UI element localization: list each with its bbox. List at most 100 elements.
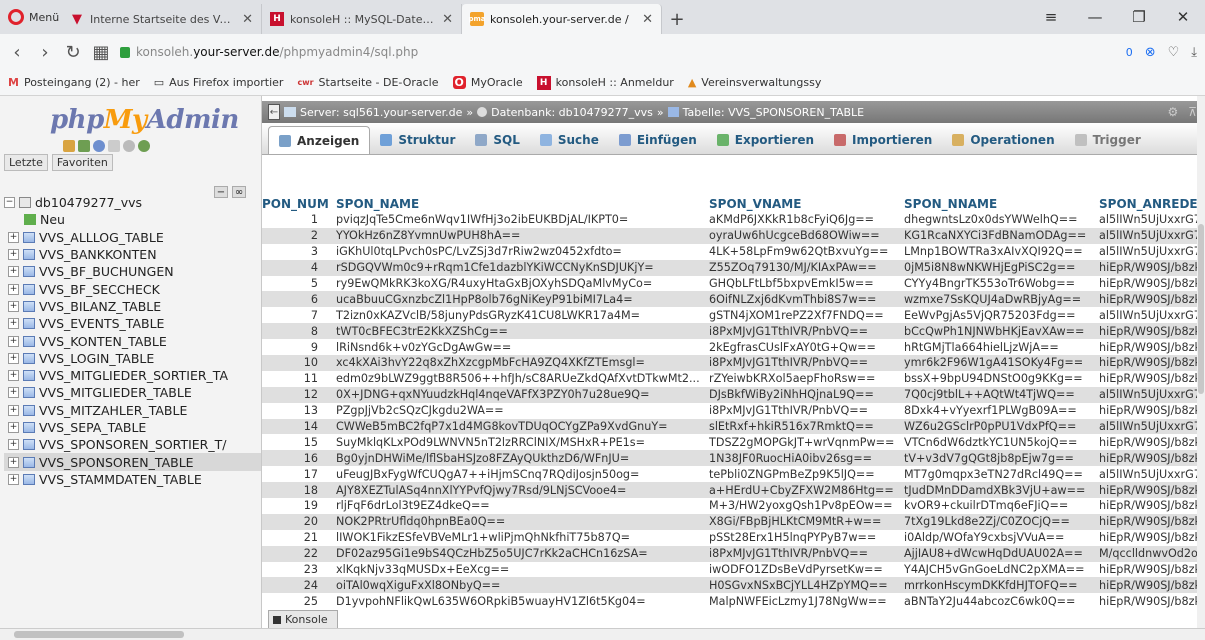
console-toggle[interactable]: Konsole	[268, 610, 338, 628]
table-row[interactable]: 13 PZgpJjVb2cSQzCJkgdu2WA== i8PxMJvJG1TthI…	[262, 402, 1205, 419]
table-row[interactable]: 20 NOK2PRtrUfldq0hpnBEa0Q== X8Gi/FBpBjHLKt…	[262, 513, 1205, 530]
browser-tab[interactable]: H konsoleH :: MySQL-Datenb ✕	[262, 4, 462, 34]
bookmark-item[interactable]: cwr Startseite - DE-Oracle	[297, 76, 438, 89]
tree-table-item[interactable]: + VVS_SPONSOREN_SORTIER_T/	[4, 436, 261, 453]
expand-table-icon[interactable]: +	[8, 283, 19, 295]
table-row[interactable]: 24 oiTAl0wqXiguFxXl8ONbyQ== H0SGvxNSxBCjYL…	[262, 577, 1205, 594]
tab-anzeigen[interactable]: Anzeigen	[268, 126, 371, 154]
tab-einfügen[interactable]: Einfügen	[609, 126, 707, 154]
table-row[interactable]: 21 lIWOK1FikzESfeVBVeMLr1+wliPjmQhNkfhiT7…	[262, 529, 1205, 546]
expand-table-icon[interactable]: +	[8, 404, 19, 416]
tree-table-item[interactable]: + VVS_SPONSOREN_TABLE	[4, 453, 261, 471]
tree-table-item[interactable]: + VVS_BILANZ_TABLE	[4, 298, 261, 315]
table-row[interactable]: 14 CWWeB5mBC2fqP7x1d4MG8kovTDUqOCYgZPa9Xv…	[262, 418, 1205, 435]
favorite-tables-tab[interactable]: Favoriten	[51, 154, 113, 171]
adblock-count[interactable]: 0	[1126, 46, 1133, 59]
table-row[interactable]: 17 uFeugJBxFygWfCUQgA7++iHjmSCnq7RQdiJosj…	[262, 466, 1205, 483]
horizontal-scrollbar[interactable]	[0, 628, 1205, 640]
table-row[interactable]: 5 ry9EwQMkRK3koXG/R4uxyHtaGxBjOXyhSDQaMlv…	[262, 275, 1205, 292]
close-window-icon[interactable]: ✕	[1161, 0, 1205, 34]
tree-table-item[interactable]: + VVS_BF_SECCHECK	[4, 280, 261, 297]
tree-table-item[interactable]: + VVS_ALLLOG_TABLE	[4, 229, 261, 246]
column-header[interactable]: PON_NUM	[262, 195, 328, 212]
expand-table-icon[interactable]: +	[8, 422, 19, 433]
close-tab-icon[interactable]: ✕	[242, 12, 253, 27]
table-row[interactable]: 7 T2izn0xKAZVclB/58junyPdsGRyzK41CU8LWKR1…	[262, 307, 1205, 324]
browser-menu-button[interactable]: Menü	[0, 0, 62, 34]
expand-table-icon[interactable]: +	[8, 300, 19, 312]
expand-table-icon[interactable]: +	[8, 352, 19, 364]
tree-table-item[interactable]: + VVS_STAMMDATEN_TABLE	[4, 471, 261, 488]
tree-table-item[interactable]: + VVS_BANKKONTEN	[4, 246, 261, 263]
tab-operationen[interactable]: Operationen	[942, 126, 1064, 154]
url-field[interactable]: konsoleh. your-server.de/phpmyadmin4/sql.…	[120, 39, 1116, 65]
table-row[interactable]: 9 lRiNsnd6k+v0zYGcDgAwGw== 2kEgfrasCUslFxA…	[262, 339, 1205, 356]
minimize-icon[interactable]: —	[1073, 0, 1117, 34]
expand-table-icon[interactable]: +	[8, 249, 19, 261]
back-icon[interactable]: ‹	[8, 42, 26, 63]
tree-table-item[interactable]: + VVS_MITGLIEDER_TABLE	[4, 384, 261, 401]
bookmark-item[interactable]: O MyOracle	[452, 76, 523, 89]
browser-tab[interactable]: ▼ Interne Startseite des Vere ✕	[62, 4, 262, 34]
bookmark-item[interactable]: ▲ Vereinsverwaltungssy	[688, 76, 822, 89]
table-row[interactable]: 18 AJY8XEZTulASq4nnXlYYPvfQjwy7Rsd/9LNjSC…	[262, 482, 1205, 499]
table-row[interactable]: 3 iGKhUl0tqLPvch0sPC/LvZSj3d7rRiw2wz0452x…	[262, 243, 1205, 260]
download-icon[interactable]: ⤓	[1191, 45, 1197, 60]
reload-icon[interactable]: ↻	[64, 42, 82, 63]
vertical-scrollbar[interactable]	[1197, 96, 1205, 628]
horizontal-scroll-thumb[interactable]	[14, 631, 184, 638]
tree-table-item[interactable]: + VVS_EVENTS_TABLE	[4, 315, 261, 332]
bookmark-item[interactable]: M Posteingang (2) - her	[8, 76, 140, 89]
speed-dial-icon[interactable]: ▦	[92, 42, 110, 63]
breadcrumb-database[interactable]: Datenbank: db10479277_vvs	[491, 106, 653, 119]
bookmark-item[interactable]: ▭ Aus Firefox importier	[154, 76, 284, 89]
tree-database-node[interactable]: − db10479277_vvs	[4, 194, 261, 211]
tree-table-item[interactable]: + VVS_BF_BUCHUNGEN	[4, 263, 261, 280]
query-window-icon[interactable]	[93, 140, 105, 152]
collapse-top-icon[interactable]: ⊼	[1188, 105, 1197, 119]
table-row[interactable]: 19 rljFqF6drLol3t9EZ4dkeQ== M+3/HW2yoxgQsh…	[262, 498, 1205, 514]
vertical-scroll-thumb[interactable]	[1198, 224, 1204, 394]
tree-table-item[interactable]: + VVS_MITZAHLER_TABLE	[4, 402, 261, 419]
table-row[interactable]: 6 ucaBbuuCGxnzbcZl1HpP8olb76gNiKeyP91biMI…	[262, 291, 1205, 308]
logout-icon[interactable]	[78, 140, 90, 152]
table-row[interactable]: 1 pviqzJqTe5Cme6nWqv1IWfHj3o2ibEUKBDjAL/I…	[262, 212, 1205, 228]
collapse-database-icon[interactable]: −	[4, 197, 15, 209]
column-header[interactable]: SPON_ANREDE	[1091, 195, 1205, 212]
expand-table-icon[interactable]: +	[8, 370, 19, 382]
table-row[interactable]: 15 SuyMklqKLxPOd9LWNVN5nT2lzRRClNIX/MSHxR…	[262, 434, 1205, 451]
expand-table-icon[interactable]: +	[8, 456, 19, 468]
home-icon[interactable]	[63, 140, 75, 152]
table-row[interactable]: 2 YYOkHz6nZ8YvmnUwPUH8hA== oyraUw6hUcgceBd…	[262, 227, 1205, 244]
breadcrumb-server[interactable]: Server: sql561.your-server.de	[300, 106, 462, 119]
expand-table-icon[interactable]: +	[8, 231, 19, 243]
settings-gear-icon[interactable]: ⚙	[1167, 105, 1178, 119]
tree-table-item[interactable]: + VVS_KONTEN_TABLE	[4, 332, 261, 349]
tab-trigger[interactable]: Trigger	[1065, 126, 1151, 154]
close-tab-icon[interactable]: ✕	[442, 12, 453, 27]
table-row[interactable]: 11 edm0z9bLWZ9ggtB8R506++hfJh/sC8ARUeZkdQ…	[262, 370, 1205, 387]
table-row[interactable]: 22 DF02az95Gi1e9bS4QCzHbZ5o5UJC7rKk2aCHCn…	[262, 545, 1205, 562]
tab-menu-icon[interactable]: ≡	[1029, 0, 1073, 34]
tree-table-item[interactable]: + VVS_LOGIN_TABLE	[4, 350, 261, 367]
browser-tab-active[interactable]: pma konsoleh.your-server.de / ✕	[462, 4, 662, 34]
table-row[interactable]: 4 rSDGQVWm0c9+rRqm1Cfe1dazblYKiWCCNyKnSDJ…	[262, 259, 1205, 276]
tab-importieren[interactable]: Importieren	[824, 126, 942, 154]
column-header[interactable]: SPON_NAME	[328, 195, 701, 212]
recent-tables-tab[interactable]: Letzte	[4, 154, 48, 171]
breadcrumb-table[interactable]: Tabelle: VVS_SPONSOREN_TABLE	[683, 106, 864, 119]
tab-exportieren[interactable]: Exportieren	[707, 126, 824, 154]
forward-icon[interactable]: ›	[36, 42, 54, 63]
close-tab-icon[interactable]: ✕	[642, 12, 653, 27]
table-row[interactable]: 16 Bg0yjnDHWiMe/lflSbaHSJzo8FZAyQUkthzD6/…	[262, 450, 1205, 467]
bookmark-item[interactable]: HkonsoleH :: Anmeldur	[536, 75, 674, 90]
bookmark-heart-icon[interactable]: ♡	[1168, 45, 1180, 60]
column-header[interactable]: SPON_NNAME	[896, 195, 1091, 212]
expand-table-icon[interactable]: +	[8, 335, 19, 347]
expand-table-icon[interactable]: +	[8, 439, 19, 451]
table-row[interactable]: 12 0X+JDNG+qxNYuudzkHql4nqeVAFfX3PZY0h7u2…	[262, 386, 1205, 403]
table-row[interactable]: 25 D1yvpohNFlikQwL635W6ORpkiB5wuayHV1Zl6t…	[262, 593, 1205, 610]
table-row[interactable]: 23 xlKqkNjv33qMUSDx+EeXcg== iwODFO1ZDsBeVd…	[262, 561, 1205, 578]
collapse-navigation-icon[interactable]: ←	[268, 104, 280, 120]
expand-table-icon[interactable]: +	[8, 318, 19, 330]
